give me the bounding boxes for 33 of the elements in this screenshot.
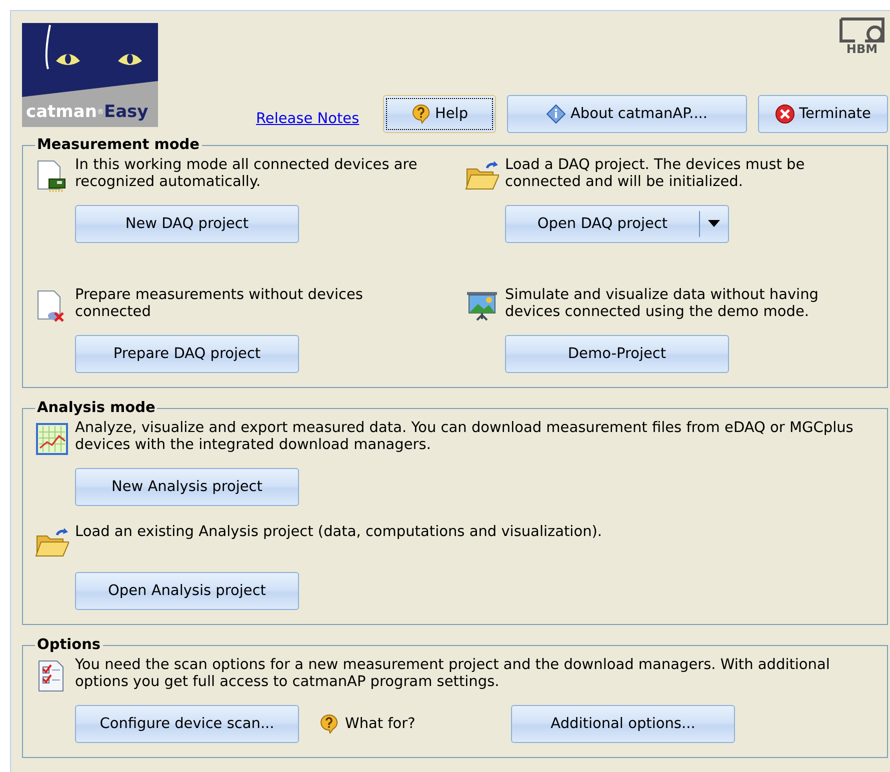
group-title: Options (36, 637, 102, 653)
easel-picture-icon (465, 289, 499, 323)
group-title: Measurement mode (36, 137, 201, 153)
toolbar-button[interactable]: Help (383, 95, 496, 133)
description-text: Load a DAQ project. The devices must be connected and will be initialized. (505, 157, 806, 192)
description-text: Prepare measurements without devices connected (75, 287, 364, 322)
toolbar-button[interactable]: Terminate (758, 95, 888, 133)
action-button[interactable]: Additional options... (511, 705, 735, 743)
what-for-link[interactable]: What for? (345, 716, 416, 732)
logo-text: catman$^{®}$Easy (22, 97, 158, 127)
caret-icon (708, 220, 720, 228)
description-text: In this working mode all connected devices are recognized automatically. (75, 157, 418, 192)
action-button[interactable]: New Analysis project (75, 468, 299, 506)
action-button[interactable]: Open Analysis project (75, 572, 299, 610)
toolbar-button[interactable]: About catmanAP.... (507, 95, 747, 133)
action-button[interactable]: Prepare DAQ project (75, 335, 299, 373)
company-logo-text: HBM (846, 43, 878, 55)
chart-icon (35, 422, 69, 456)
action-button[interactable]: New DAQ project (75, 205, 299, 243)
description-text: Load an existing Analysis project (data, computations and visualization). (75, 524, 604, 542)
close-icon (775, 104, 796, 124)
hbm-logo-icon (839, 17, 885, 43)
description-text: Analyze, visualize and export measured data. You can download measurement files from eDAQ or MGCplus devices with the integrated download managers. (75, 420, 854, 455)
info-icon (546, 104, 566, 124)
description-text: Simulate and visualize data without having devices connected using the demo mode. (505, 287, 820, 322)
release-notes-link[interactable]: Release Notes (256, 111, 360, 127)
help-icon (410, 104, 431, 124)
action-button[interactable]: Configure device scan... (75, 705, 299, 743)
help-icon (319, 714, 339, 734)
description-text: You need the scan options for a new measurement project and the download managers. With additional options you get full access to catmanAP program settings. (75, 657, 831, 692)
group-title: Analysis mode (36, 400, 156, 416)
split-button[interactable]: Open DAQ project (505, 205, 729, 243)
action-button[interactable]: Demo-Project (505, 335, 729, 373)
